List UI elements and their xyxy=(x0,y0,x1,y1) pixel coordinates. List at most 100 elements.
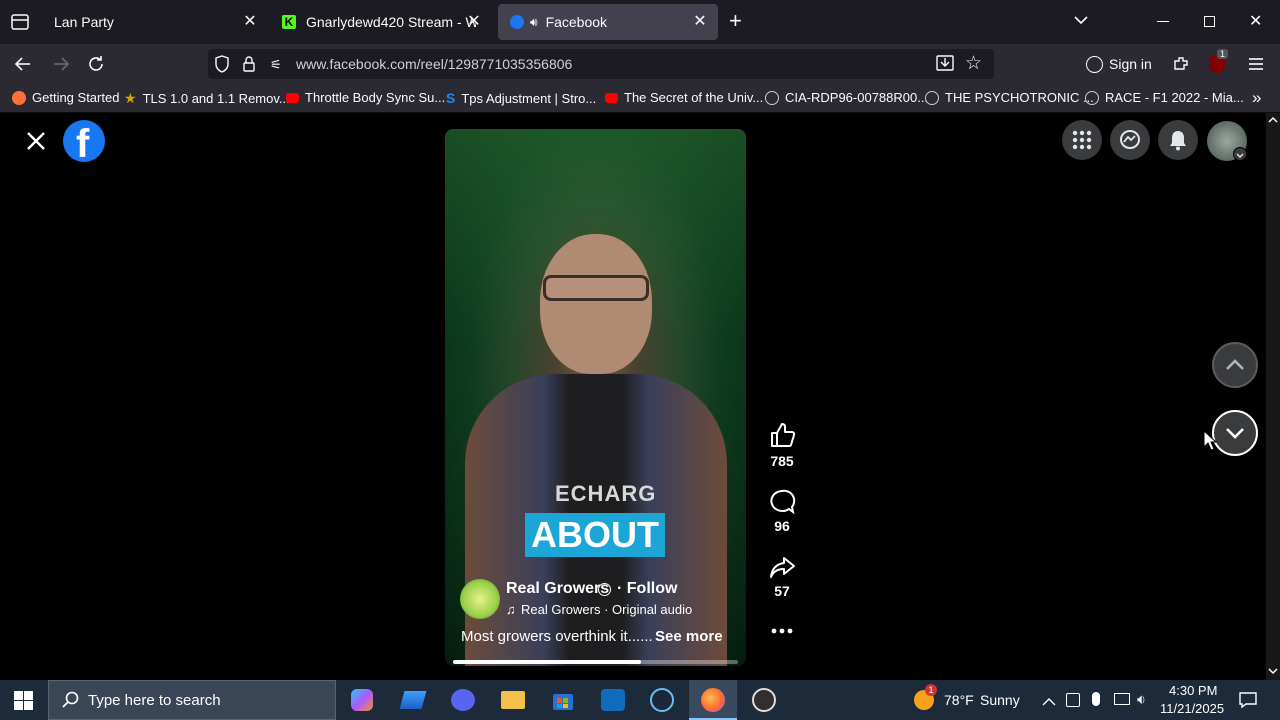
person-head xyxy=(540,234,652,374)
menu-icon[interactable] xyxy=(1248,56,1264,77)
clock-date[interactable]: 11/21/2025 xyxy=(1160,701,1224,716)
author-name[interactable]: Real Growers xyxy=(506,580,609,598)
like-count: 785 xyxy=(770,453,794,469)
bookmark-label: Throttle Body Sync Su... xyxy=(305,90,446,105)
bookmark-secret-universe[interactable]: The Secret of the Univ... xyxy=(605,90,763,105)
microphone-icon[interactable] xyxy=(1092,692,1100,706)
menu-grid-icon[interactable] xyxy=(1062,120,1102,160)
url-text[interactable]: www.facebook.com/reel/1298771035356806 xyxy=(296,56,572,72)
audio-label[interactable]: Real Growers · Original audio xyxy=(521,602,692,617)
search-placeholder: Type here to search xyxy=(88,692,221,709)
notification-center-icon[interactable] xyxy=(1239,691,1257,714)
volume-icon[interactable]: 🔉︎ xyxy=(1137,691,1146,708)
bookmark-star-icon[interactable]: ☆ xyxy=(965,52,982,75)
share-button[interactable] xyxy=(762,553,802,583)
bookmark-label: TLS 1.0 and 1.1 Remov... xyxy=(142,91,290,106)
bookmark-race-f1[interactable]: RACE - F1 2022 - Mia... xyxy=(1085,90,1244,105)
copilot-icon[interactable] xyxy=(351,689,373,711)
close-tab-icon[interactable]: ✕ xyxy=(464,12,484,32)
shield-icon[interactable] xyxy=(214,55,230,78)
weather-temperature[interactable]: 78°F xyxy=(944,692,974,708)
more-options-icon[interactable] xyxy=(770,624,794,636)
tab-list-icon[interactable] xyxy=(10,12,30,32)
url-bar[interactable]: ⚟ www.facebook.com/reel/1298771035356806… xyxy=(208,49,994,79)
permissions-icon[interactable]: ⚟ xyxy=(270,57,282,73)
tab-facebook[interactable]: 🔊︎ Facebook ✕ xyxy=(498,4,718,40)
tab-title: Facebook xyxy=(545,14,608,30)
bookmark-throttle-body[interactable]: Throttle Body Sync Su... xyxy=(286,90,445,105)
close-reel-icon[interactable] xyxy=(24,129,48,153)
extension-badge: 1 xyxy=(1217,49,1229,59)
discord-icon[interactable] xyxy=(451,689,475,711)
tab-bar: Lan Party ✕ K Gnarlydewd420 Stream - Wat… xyxy=(0,0,1280,44)
minimize-icon[interactable] xyxy=(1157,21,1169,22)
clock-time[interactable]: 4:30 PM xyxy=(1169,683,1217,698)
back-icon[interactable] xyxy=(14,55,32,78)
bookmark-psychotronic[interactable]: THE PSYCHOTRONIC ... xyxy=(925,90,1094,105)
obs-icon[interactable] xyxy=(752,688,776,712)
messenger-icon[interactable] xyxy=(1110,120,1150,160)
new-tab-icon[interactable]: + xyxy=(729,10,742,32)
app-icon[interactable] xyxy=(399,691,427,709)
bookmark-label: Getting Started xyxy=(32,90,120,105)
close-tab-icon[interactable]: ✕ xyxy=(690,12,710,32)
comment-button[interactable] xyxy=(762,488,802,518)
author-avatar[interactable] xyxy=(460,579,500,619)
tab-gnarlydewd[interactable]: K Gnarlydewd420 Stream - Watch ✕ xyxy=(270,4,492,40)
close-window-icon[interactable]: ✕ xyxy=(1249,11,1262,31)
firefox-taskbar-item[interactable] xyxy=(689,680,737,720)
next-reel-button[interactable] xyxy=(1212,410,1258,456)
extensions-icon[interactable] xyxy=(1172,55,1190,78)
file-explorer-icon[interactable] xyxy=(501,691,525,709)
kick-logo-icon: K xyxy=(282,15,296,29)
s-favicon-icon: S xyxy=(446,90,456,106)
previous-reel-button[interactable] xyxy=(1212,342,1258,388)
globe-icon xyxy=(925,90,939,105)
sign-in-button[interactable]: Sign in xyxy=(1086,50,1152,78)
restore-icon[interactable] xyxy=(1204,16,1215,27)
lock-icon[interactable] xyxy=(242,55,256,78)
bookmarks-toolbar: Getting Started ★ TLS 1.0 and 1.1 Remov.… xyxy=(0,84,1280,113)
more-bookmarks-icon[interactable]: » xyxy=(1252,88,1261,108)
see-more-link[interactable]: See more xyxy=(655,628,723,645)
comment-count: 96 xyxy=(774,518,790,534)
bookmark-tls[interactable]: ★ TLS 1.0 and 1.1 Remov... xyxy=(124,90,290,107)
bookmark-cia-rdp[interactable]: CIA-RDP96-00788R00... xyxy=(765,90,928,105)
microsoft-store-icon[interactable] xyxy=(552,689,574,711)
facebook-favicon-icon xyxy=(510,15,524,29)
reel-video[interactable]: ECHARG ABOUT Real Growers · Follow ♫ Rea… xyxy=(445,129,746,666)
chevron-up-icon[interactable] xyxy=(1042,694,1056,712)
account-chevron-icon[interactable] xyxy=(1233,147,1247,161)
forward-icon[interactable] xyxy=(52,55,70,78)
meet-now-icon[interactable] xyxy=(1066,693,1080,707)
search-icon xyxy=(61,691,79,714)
reload-icon[interactable] xyxy=(87,55,105,78)
tab-lan-party[interactable]: Lan Party ✕ xyxy=(42,4,268,40)
music-note-icon: ♫ xyxy=(506,602,516,617)
steam-icon[interactable] xyxy=(650,688,674,712)
taskbar-search-box[interactable]: Type here to search xyxy=(48,680,336,720)
network-icon[interactable] xyxy=(1114,693,1130,705)
star-favicon-icon: ★ xyxy=(124,90,137,106)
follow-button[interactable]: · Follow xyxy=(617,580,677,598)
tab-title: Gnarlydewd420 Stream - Watch xyxy=(306,14,476,30)
globe-icon xyxy=(598,583,611,596)
close-tab-icon[interactable]: ✕ xyxy=(240,12,260,32)
bookmark-getting-started[interactable]: Getting Started xyxy=(12,90,119,105)
speaker-icon[interactable]: 🔊︎ xyxy=(530,15,538,30)
bookmark-label: Tps Adjustment | Stro... xyxy=(461,90,597,106)
windows-start-icon[interactable] xyxy=(14,691,33,715)
youtube-icon xyxy=(286,92,299,103)
outlook-icon[interactable] xyxy=(601,689,625,711)
facebook-logo-icon[interactable]: f xyxy=(63,120,105,162)
bookmark-tps-adjustment[interactable]: S Tps Adjustment | Stro... xyxy=(446,90,596,106)
like-button[interactable] xyxy=(762,421,802,451)
chevron-down-icon[interactable] xyxy=(1073,12,1089,33)
mouse-cursor-icon xyxy=(1203,429,1218,457)
page-scrollbar[interactable] xyxy=(1266,113,1280,680)
account-icon xyxy=(1086,55,1103,73)
weather-condition[interactable]: Sunny xyxy=(980,692,1020,708)
caption-text: Most growers overthink it...... xyxy=(461,628,653,645)
download-page-icon[interactable] xyxy=(936,54,954,77)
notifications-bell-icon[interactable] xyxy=(1158,120,1198,160)
